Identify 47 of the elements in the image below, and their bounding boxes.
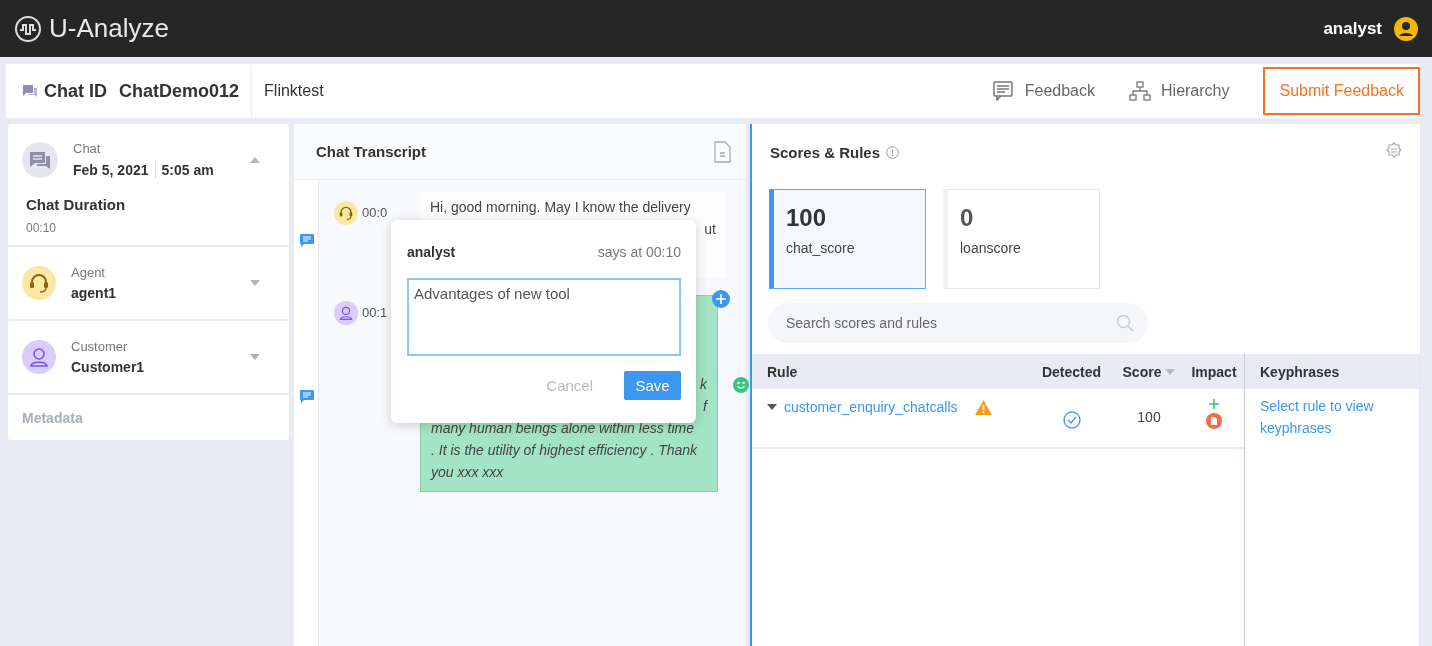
participant-name: agent1 [71,285,118,301]
column-header[interactable]: Score [1122,363,1162,380]
score-card[interactable]: 100 chat_score [769,189,926,289]
score-name: chat_score [786,240,856,256]
hierarchy-button[interactable]: Hierarchy [1129,81,1230,101]
keyphrases-hint: Select rule to view keyphrases [1259,397,1375,438]
comment-time: says at 00:10 [597,244,681,260]
comment-author: analyst [407,244,456,260]
message-text: Hi, good morning. May I know the delivery [430,198,692,217]
duration-label: Chat Duration [25,196,127,213]
chat-date: Feb 5, 2021 [73,162,149,178]
message-time: 00:0 [362,205,388,220]
message-text: ut [704,220,716,239]
score-name: loanscore [960,240,1022,256]
metadata-label: Metadata [22,409,83,426]
save-button[interactable]: Save [624,371,681,400]
score-cell: 100 [1137,409,1161,425]
column-header: Rule [767,363,798,380]
participant-role: Customer [71,339,129,354]
chat-id: ChatDemo012 [119,80,240,102]
score-value: 0 [960,204,975,232]
message-time: 00:1 [362,305,388,320]
panel-title: Scores & Rules [770,143,881,161]
panel-title: Chat Transcript [316,143,427,160]
rule-link[interactable]: customer_enquiry_chatcalls [784,399,958,415]
chat-tag: Flinktest [252,82,993,100]
chat-time: 5:05 am [161,162,214,178]
message-text: many human beings alone within less time [431,419,696,438]
app-title: U-Analyze [49,13,169,44]
column-header: Keyphrases [1245,354,1419,389]
participant-name: Customer1 [71,359,146,375]
column-header: Impact [1191,363,1237,380]
message-text: f [703,397,707,416]
score-value: 100 [786,204,828,232]
duration-value: 00:10 [26,221,58,235]
comment-field[interactable]: Advantages of new tool [407,278,681,356]
column-header: Detected [1041,363,1102,380]
score-card[interactable]: 0 loanscore [943,189,1100,289]
message-text: . It is the utility of highest efficiency . Thank [431,441,699,460]
feedback-button[interactable]: Feedback [992,81,1095,101]
search-field[interactable]: Search scores and rules [768,303,1148,343]
message-text: you xxx xxx [431,463,505,482]
user-name: analyst [1323,18,1382,39]
chat-id-label: Chat ID [44,80,107,102]
participant-role: Agent [71,265,106,280]
chat-label: Chat [73,141,102,156]
message-text: k [700,375,707,394]
